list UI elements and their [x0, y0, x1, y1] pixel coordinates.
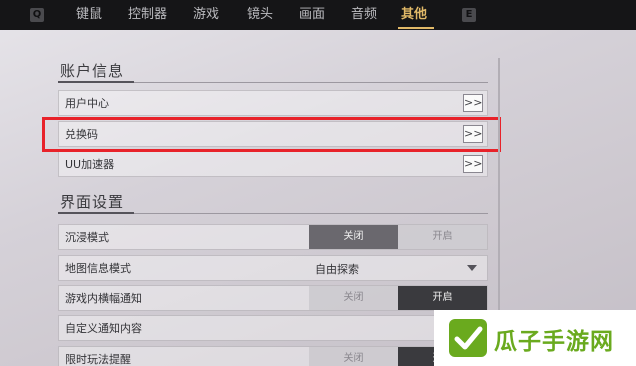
uu-accelerator-row[interactable]: UU加速器 >>	[58, 151, 488, 177]
redeem-code-highlight-box	[42, 117, 501, 152]
tab-other[interactable]: 其他	[401, 6, 427, 24]
tab-audio[interactable]: 音频	[351, 6, 377, 24]
map-info-mode-row: 地图信息模式 自由探索	[58, 255, 488, 281]
tab-graphics[interactable]: 画面	[299, 6, 325, 24]
banner-notification-row: 游戏内横幅通知 关闭 开启	[58, 285, 488, 311]
e-key-hint[interactable]: E	[462, 8, 476, 22]
row-label: 自定义通知内容	[65, 322, 142, 335]
site-logo-icon	[449, 319, 487, 357]
watermark: 瓜子手游网	[434, 310, 636, 366]
tab-controller[interactable]: 控制器	[128, 6, 167, 24]
user-center-arrow-button[interactable]: >>	[463, 94, 483, 112]
banner-on-option[interactable]: 开启	[398, 286, 487, 310]
uu-accelerator-arrow-button[interactable]: >>	[463, 155, 483, 173]
section-title-interface: 界面设置	[60, 193, 125, 211]
tab-game[interactable]: 游戏	[193, 6, 219, 24]
immersive-on-option[interactable]: 开启	[398, 225, 487, 249]
top-nav-bar: Q 键鼠 控制器 游戏 镜头 画面 音频 其他 E	[0, 0, 636, 30]
row-label: 沉浸模式	[65, 231, 109, 244]
limited-event-off-option[interactable]: 关闭	[309, 347, 398, 366]
dropdown-value: 自由探索	[315, 263, 359, 276]
q-key-hint[interactable]: Q	[30, 8, 44, 22]
section-title-underline	[58, 212, 134, 214]
row-label: 地图信息模式	[65, 262, 131, 275]
section-title-account: 账户信息	[60, 62, 125, 80]
immersive-mode-row: 沉浸模式 关闭 开启	[58, 224, 488, 250]
active-tab-indicator	[398, 27, 434, 29]
chevron-down-icon	[467, 265, 477, 271]
custom-notice-row[interactable]: 自定义通知内容	[58, 315, 488, 341]
row-label: 用户中心	[65, 97, 109, 110]
banner-off-option[interactable]: 关闭	[309, 286, 398, 310]
limited-event-reminder-row: 限时玩法提醒 关闭 开启	[58, 346, 488, 366]
section-title-underline	[58, 81, 134, 83]
user-center-row[interactable]: 用户中心 >>	[58, 90, 488, 116]
tab-keyboard-mouse[interactable]: 键鼠	[76, 6, 102, 24]
row-label: 限时玩法提醒	[65, 353, 131, 366]
row-label: 游戏内横幅通知	[65, 292, 142, 305]
immersive-off-option[interactable]: 关闭	[309, 225, 398, 249]
map-info-mode-dropdown[interactable]: 自由探索	[309, 256, 487, 280]
row-label: UU加速器	[65, 158, 115, 171]
watermark-text: 瓜子手游网	[494, 329, 614, 355]
tab-camera[interactable]: 镜头	[247, 6, 273, 24]
